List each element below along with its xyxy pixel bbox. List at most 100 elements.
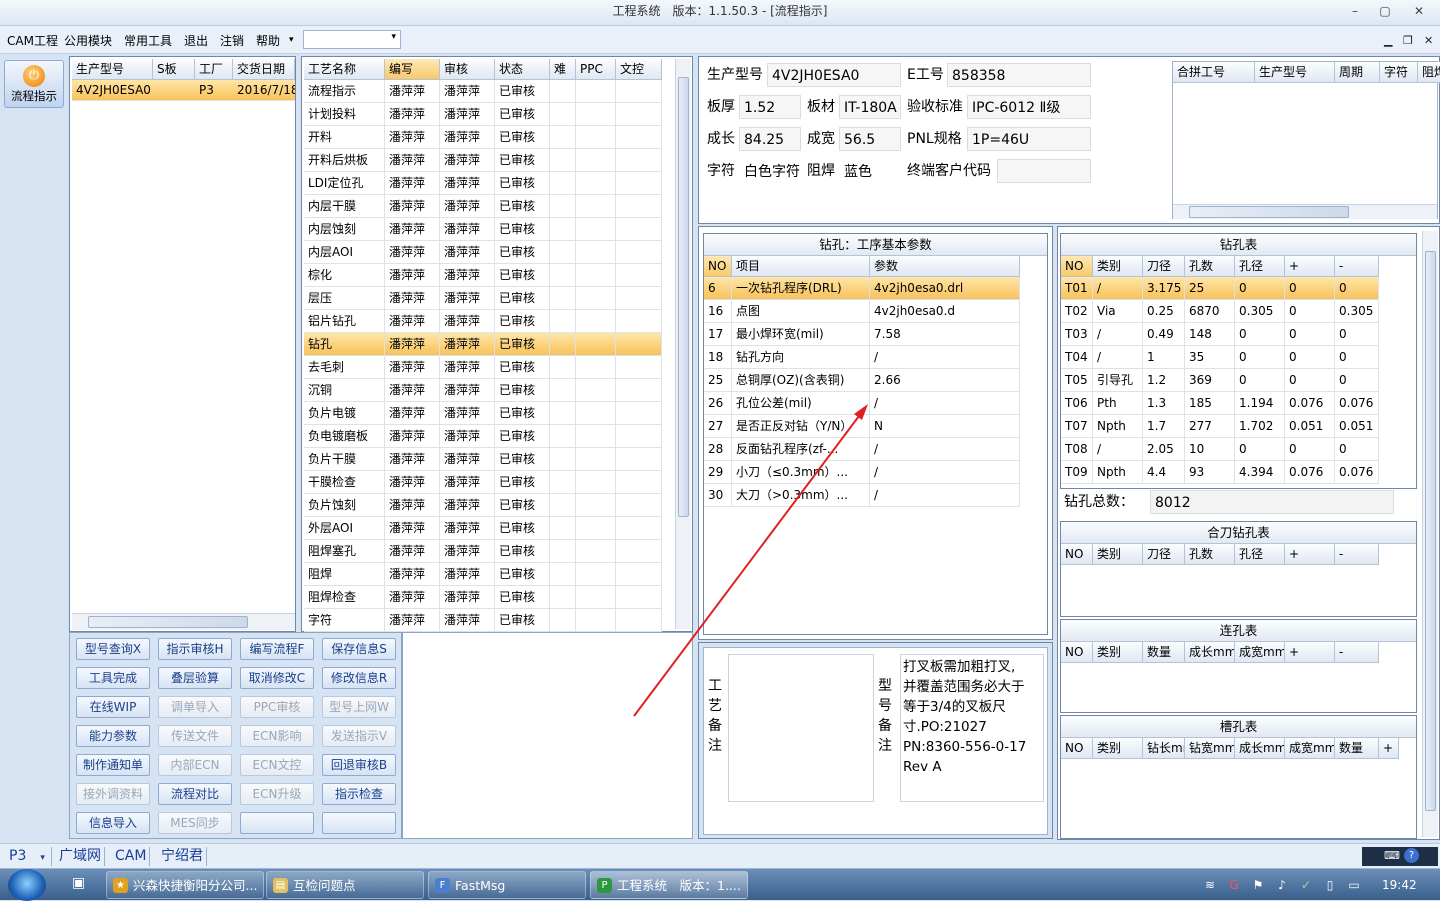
action-button[interactable]: 型号查询X	[76, 638, 150, 660]
action-button[interactable]: 能力参数	[76, 725, 150, 747]
table-row[interactable]: 内层AOI 潘萍萍 潘萍萍 已审核	[304, 241, 662, 264]
signal-tray-icon[interactable]: ✓	[1298, 877, 1314, 893]
action-button[interactable]: MES同步	[158, 812, 232, 834]
column-header[interactable]: 类别	[1093, 544, 1143, 565]
menu-logout[interactable]: 注销	[220, 32, 244, 49]
orders-hscrollbar[interactable]	[72, 613, 295, 630]
keyboard-icon[interactable]: ⌨	[1384, 849, 1400, 862]
action-button[interactable]: 信息导入	[76, 812, 150, 834]
action-button[interactable]: 型号上网W	[322, 696, 396, 718]
action-button[interactable]: 指示检查	[322, 783, 396, 805]
column-header[interactable]: PPC	[576, 59, 616, 80]
column-header[interactable]: 孔数	[1185, 544, 1235, 565]
app-tray-icon[interactable]: G	[1226, 877, 1242, 893]
action-button[interactable]: 在线WIP	[76, 696, 150, 718]
menu-public[interactable]: 公用模块	[64, 32, 112, 49]
action-button[interactable]: 回退审核B	[322, 754, 396, 776]
action-button[interactable]	[240, 812, 314, 834]
table-row[interactable]: T03/0.49 148 0 0 0	[1061, 323, 1379, 346]
col-prod-model[interactable]: 生产型号	[72, 59, 153, 80]
column-header[interactable]: 成长mm	[1185, 642, 1235, 663]
site-selector[interactable]: P3 ▾	[6, 847, 52, 866]
action-button[interactable]: PPC审核	[240, 696, 314, 718]
action-button[interactable]: 编写流程F	[240, 638, 314, 660]
column-header[interactable]: 数量	[1335, 738, 1379, 759]
action-button[interactable]: ECN文控	[240, 754, 314, 776]
mdi-minimize-icon[interactable]: ▁	[1384, 34, 1392, 47]
table-row[interactable]: 开料后烘板 潘萍萍 潘萍萍 已审核	[304, 149, 662, 172]
maximize-button[interactable]: ▢	[1370, 0, 1400, 22]
flag-tray-icon[interactable]: ⚑	[1250, 877, 1266, 893]
action-button[interactable]: 叠层验算	[158, 667, 232, 689]
table-row[interactable]: T01/3.175 25 0 0 0	[1061, 277, 1379, 300]
action-button[interactable]: 制作通知单	[76, 754, 150, 776]
battery-tray-icon[interactable]: ▯	[1322, 877, 1338, 893]
column-header[interactable]: 成长mm	[1235, 738, 1285, 759]
column-header[interactable]: -	[1335, 642, 1379, 663]
table-row[interactable]: LDI定位孔 潘萍萍 潘萍萍 已审核	[304, 172, 662, 195]
column-header[interactable]: 审核	[440, 59, 495, 80]
close-button[interactable]: ✕	[1404, 0, 1434, 22]
table-row[interactable]: 计划投料 潘萍萍 潘萍萍 已审核	[304, 103, 662, 126]
table-row[interactable]: T02 Via 0.25 6870 0.305 0 0.305	[1061, 300, 1379, 323]
column-header[interactable]: 数量	[1143, 642, 1185, 663]
column-header[interactable]: 钻长mm	[1143, 738, 1185, 759]
minimize-button[interactable]: –	[1340, 0, 1370, 22]
table-row[interactable]: 钻孔 潘萍萍 潘萍萍 已审核	[304, 333, 662, 356]
column-header[interactable]: -	[1335, 544, 1379, 565]
menu-cam[interactable]: CAM工程	[7, 32, 58, 49]
table-row[interactable]: 4V2JH0ESA0 P3 2016/7/18	[72, 80, 295, 101]
column-header[interactable]: 刀径	[1143, 256, 1185, 277]
table-row[interactable]: 棕化 潘萍萍 潘萍萍 已审核	[304, 264, 662, 287]
column-header[interactable]: 孔径	[1235, 256, 1285, 277]
action-button[interactable]	[322, 812, 396, 834]
menu-overflow-icon[interactable]: ▾	[289, 35, 294, 45]
column-header[interactable]: 成宽mm	[1285, 738, 1335, 759]
column-header[interactable]: 周期	[1335, 62, 1380, 83]
column-header[interactable]: 难	[550, 59, 576, 80]
column-header[interactable]: 生产型号	[1255, 62, 1335, 83]
column-header[interactable]: 合拼工号	[1173, 62, 1255, 83]
column-header[interactable]: 孔径	[1235, 544, 1285, 565]
toolbar-combo[interactable]	[303, 30, 401, 49]
action-button[interactable]: 修改信息R	[322, 667, 396, 689]
table-row[interactable]: 铝片钻孔 潘萍萍 潘萍萍 已审核	[304, 310, 662, 333]
mdi-restore-icon[interactable]: ❐	[1403, 34, 1413, 47]
col-due-date[interactable]: 交货日期	[233, 59, 295, 80]
column-header[interactable]: +	[1379, 738, 1399, 759]
table-row[interactable]: 层压 潘萍萍 潘萍萍 已审核	[304, 287, 662, 310]
table-row[interactable]: T07 Npth 1.7 277 1.702 0.051 0.051	[1061, 415, 1379, 438]
column-header[interactable]: 文控	[616, 59, 662, 80]
table-row[interactable]: 内层干膜 潘萍萍 潘萍萍 已审核	[304, 195, 662, 218]
right-vscrollbar[interactable]	[1422, 231, 1438, 837]
action-button[interactable]: 发送指示V	[322, 725, 396, 747]
combine-hscroll-thumb[interactable]	[1189, 206, 1349, 218]
right-vscroll-thumb[interactable]	[1425, 251, 1436, 811]
action-button[interactable]: ECN影响	[240, 725, 314, 747]
action-button[interactable]: 内部ECN	[158, 754, 232, 776]
model-remark-field[interactable]: 打叉板需加粗打叉,并覆盖范围务必大于等于3/4的叉板尺寸.PO:21027 PN…	[900, 654, 1044, 802]
action-button[interactable]: 流程对比	[158, 783, 232, 805]
action-button[interactable]: 保存信息S	[322, 638, 396, 660]
help-icon[interactable]: ?	[1404, 848, 1419, 863]
save-icon[interactable]: ▣	[72, 875, 85, 891]
action-button[interactable]: ECN升级	[240, 783, 314, 805]
column-header[interactable]: +	[1285, 544, 1335, 565]
column-header[interactable]: -	[1335, 256, 1379, 277]
table-row[interactable]: 内层蚀刻 潘萍萍 潘萍萍 已审核	[304, 218, 662, 241]
column-header[interactable]: 参数	[870, 256, 1020, 277]
orders-hscroll-thumb[interactable]	[88, 616, 248, 628]
nav-flow-indication[interactable]: ⏻ 流程指示	[4, 60, 64, 108]
action-button[interactable]: 接外调资料	[76, 783, 150, 805]
action-button[interactable]: 传送文件	[158, 725, 232, 747]
task-item-1[interactable]: ▤ 互检问题点	[266, 871, 424, 899]
table-row[interactable]: T08/2.05 10 0 0 0	[1061, 438, 1379, 461]
network-tray-icon[interactable]: ≋	[1202, 877, 1218, 893]
column-header[interactable]: NO	[1061, 738, 1093, 759]
column-header[interactable]: NO	[1061, 642, 1093, 663]
table-row[interactable]: 25 总铜厚(OZ)(含表铜) 2.66	[704, 369, 1020, 392]
column-header[interactable]: 类别	[1093, 642, 1143, 663]
menu-exit[interactable]: 退出	[184, 32, 208, 49]
column-header[interactable]: 刀径	[1143, 544, 1185, 565]
col-s-board[interactable]: S板	[153, 59, 195, 80]
